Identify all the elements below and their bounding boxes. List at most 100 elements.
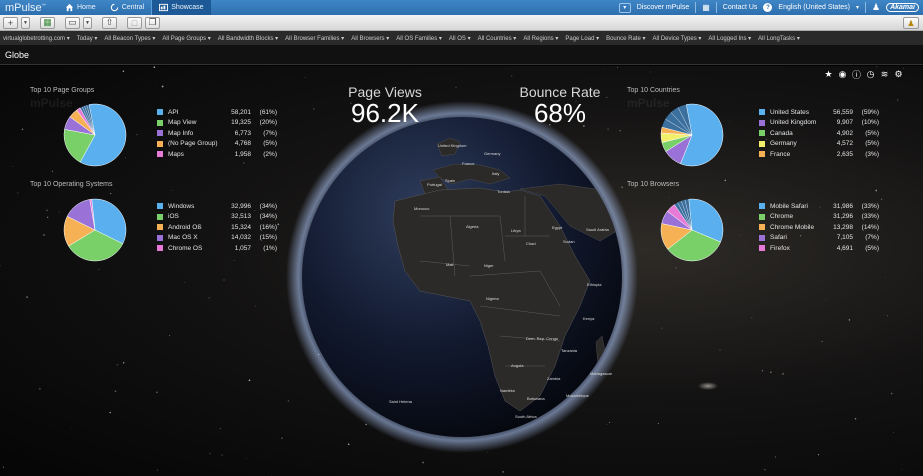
globe-label: Sudan (563, 239, 575, 244)
legend-row[interactable]: Map Info 6,773 (7%) (157, 128, 277, 139)
legend-row[interactable]: Safari 7,105 (7%) (759, 233, 879, 244)
kpi-page-views: Page Views 96.2K (330, 84, 440, 126)
star-icon[interactable]: ★ (824, 69, 833, 79)
legend-row[interactable]: Mobile Safari 31,986 (33%) (759, 201, 879, 212)
star (46, 209, 48, 211)
kpi-bounce-rate-value: 68% (533, 98, 587, 128)
legend-row[interactable]: France 2,635 (3%) (759, 149, 879, 160)
legend-row[interactable]: Maps 1,958 (2%) (157, 149, 277, 160)
document-icon[interactable]: □ (127, 16, 142, 29)
presentation-icon[interactable]: ▭ (65, 16, 80, 29)
star (287, 400, 289, 402)
layers-icon[interactable]: ≋ (880, 69, 889, 79)
filter-os-families[interactable]: All OS Families (396, 35, 442, 42)
filter-logged-ins[interactable]: All Logged Ins (708, 35, 751, 42)
legend-label: Maps (168, 150, 184, 158)
filter-regions[interactable]: All Regions (523, 35, 558, 42)
star (502, 471, 504, 473)
legend-swatch (759, 224, 765, 231)
legend-percent: (34%) (259, 213, 277, 221)
filter-bandwidth[interactable]: All Bandwidth Blocks (218, 35, 278, 42)
filter-domain[interactable]: virtualglobetrotting.com (3, 35, 70, 42)
star (58, 211, 60, 213)
brand-tm: ™ (41, 1, 46, 7)
star (729, 121, 731, 123)
star (724, 179, 726, 182)
filter-browser-families[interactable]: All Browser Families (285, 35, 344, 42)
legend-label: API (168, 108, 179, 116)
globe-label: Mali (446, 262, 454, 267)
target-icon[interactable]: ◉ (838, 69, 847, 79)
help-icon[interactable]: ? (763, 3, 773, 12)
star (422, 461, 424, 464)
dashboard-icon (159, 3, 169, 12)
legend-row[interactable]: United States 56,559 (59%) (759, 107, 879, 118)
filter-bar: virtualglobetrotting.com Today All Beaco… (0, 31, 923, 45)
nav-showcase[interactable]: Showcase (151, 0, 211, 15)
pie-operating-systems[interactable] (63, 198, 127, 262)
filter-page-groups[interactable]: All Page Groups (162, 35, 210, 42)
nav-central[interactable]: Central (103, 0, 152, 15)
filter-beacon-types[interactable]: All Beacon Types (104, 35, 155, 42)
star (901, 468, 903, 470)
filter-device-types[interactable]: All Device Types (652, 35, 701, 42)
share-icon[interactable]: ⇧ (102, 16, 117, 29)
chevron-down-icon[interactable]: ▼ (21, 16, 30, 29)
legend-row[interactable]: Chrome Mobile 13,298 (14%) (759, 222, 879, 233)
legend-row[interactable]: Map View 19,325 (20%) (157, 118, 277, 129)
star (153, 66, 156, 68)
star (617, 66, 619, 68)
info-icon[interactable]: ⓘ (852, 70, 861, 80)
globe-toolbar: ★ ◉ ⓘ ◷ ≋ ⚙ (824, 69, 903, 80)
pie-countries[interactable] (660, 103, 724, 167)
legend-swatch (759, 109, 765, 116)
language-select[interactable]: English (United States) (778, 4, 850, 11)
globe-icon[interactable]: ◷ (866, 69, 875, 79)
nav-home[interactable]: Home (58, 0, 103, 15)
pie-page-groups[interactable] (63, 103, 127, 167)
grid-icon[interactable]: ▦ (702, 3, 710, 12)
user-settings-icon[interactable]: ♟ (903, 17, 919, 29)
legend-row[interactable]: Canada 4,902 (5%) (759, 128, 879, 139)
user-icon[interactable]: ♟ (872, 2, 880, 13)
filter-date[interactable]: Today (77, 35, 98, 42)
legend-row[interactable]: Android OS 15,324 (16%) (157, 222, 277, 233)
copy-icon[interactable]: ❐ (145, 16, 160, 29)
star (2, 466, 5, 468)
legend-row[interactable]: Germany 4,572 (5%) (759, 139, 879, 150)
star (17, 192, 19, 194)
filter-longtasks[interactable]: All LongTasks (758, 35, 800, 42)
legend-row[interactable]: Chrome 31,296 (33%) (759, 212, 879, 223)
contact-link[interactable]: Contact Us (723, 4, 758, 11)
chevron-down-icon[interactable]: ▾ (618, 2, 631, 13)
legend-percent: (5%) (865, 244, 879, 252)
filter-os[interactable]: All OS (449, 35, 471, 42)
chevron-down-icon[interactable]: ▼ (83, 16, 92, 29)
legend-row[interactable]: Chrome OS 1,057 (1%) (157, 243, 277, 254)
legend-row[interactable]: Firefox 4,691 (5%) (759, 243, 879, 254)
akamai-logo: Akamai (886, 3, 919, 12)
star (603, 68, 605, 70)
legend-swatch (759, 213, 765, 220)
legend-row[interactable]: Mac OS X 14,032 (15%) (157, 233, 277, 244)
brand-logo[interactable]: mPulse™ (0, 2, 58, 14)
pie-browsers[interactable] (660, 198, 724, 262)
filter-timer[interactable]: Page Load (565, 35, 599, 42)
add-icon[interactable]: + (3, 16, 18, 29)
legend-row[interactable]: Windows 32,996 (34%) (157, 201, 277, 212)
legend-swatch (157, 130, 163, 137)
gear-icon[interactable]: ⚙ (894, 69, 903, 79)
dashboard-toolbar: + ▼ ▦ ▭ ▼ ⇧ □ ❐ ♟ (0, 15, 923, 31)
chevron-down-icon[interactable]: ▾ (856, 4, 859, 11)
save-icon[interactable]: ▦ (40, 16, 55, 29)
star (169, 335, 171, 337)
filter-browsers[interactable]: All Browsers (351, 35, 389, 42)
legend-row[interactable]: API 58,201 (61%) (157, 107, 277, 118)
discover-link[interactable]: Discover mPulse (637, 4, 690, 11)
filter-countries[interactable]: All Countries (478, 35, 517, 42)
filter-metric[interactable]: Bounce Rate (606, 35, 645, 42)
legend-row[interactable]: iOS 32,513 (34%) (157, 212, 277, 223)
legend-row[interactable]: (No Page Group) 4,768 (5%) (157, 139, 277, 150)
legend-value: 2,635 (836, 150, 853, 158)
legend-row[interactable]: United Kingdom 9,907 (10%) (759, 118, 879, 129)
